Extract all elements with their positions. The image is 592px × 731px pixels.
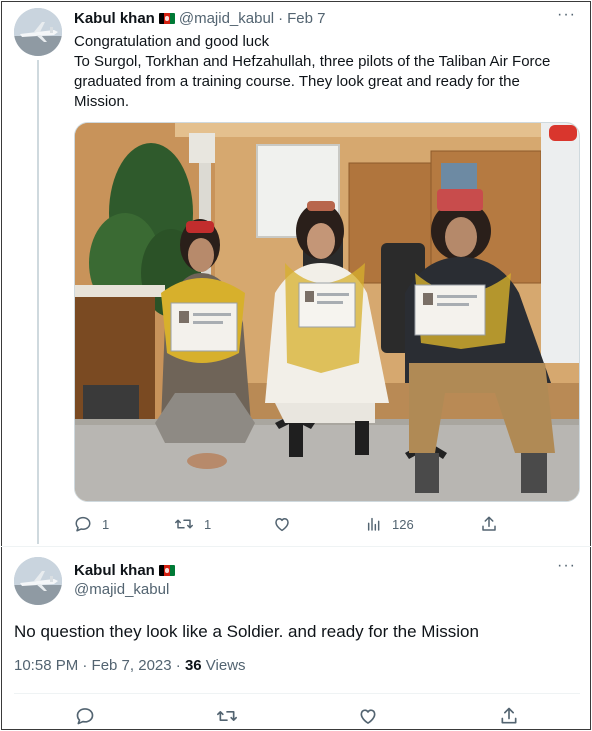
retweet-icon xyxy=(216,711,237,721)
share-icon xyxy=(501,707,517,724)
author-handle[interactable]: @majid_kabul xyxy=(74,581,169,598)
reply-icon xyxy=(75,516,91,532)
tweet-text-line: Congratulation and good luck xyxy=(74,33,270,50)
reply-button[interactable] xyxy=(75,706,95,731)
tweet-date[interactable]: Feb 7 xyxy=(287,10,325,27)
views-button[interactable]: 126 xyxy=(366,512,414,536)
views-count: 126 xyxy=(392,516,414,532)
like-button[interactable] xyxy=(358,706,378,731)
like-button[interactable] xyxy=(273,512,301,536)
author-name[interactable]: Kabul khan xyxy=(74,10,155,27)
more-icon[interactable]: ··· xyxy=(557,7,576,23)
views-count: 36 xyxy=(184,657,202,674)
flag-afghanistan-icon xyxy=(158,564,175,576)
tweet2-name-row: Kabul khan xyxy=(74,560,175,580)
photo-of-three-men-with-certificates xyxy=(75,123,579,501)
tweet-divider xyxy=(1,546,591,547)
retweet-icon xyxy=(175,519,193,529)
author-handle[interactable]: @majid_kabul xyxy=(179,10,274,27)
views-label: Views xyxy=(201,657,246,674)
retweet-count: 1 xyxy=(204,516,212,532)
reply-icon xyxy=(76,708,94,725)
tweet-photo[interactable] xyxy=(74,122,580,502)
tweet-meta: 10:58 PM · Feb 7, 2023 · 36 Views xyxy=(14,657,246,674)
author-name[interactable]: Kabul khan xyxy=(74,562,155,579)
author-avatar[interactable] xyxy=(14,557,62,605)
like-icon xyxy=(360,709,376,724)
tweet1-header: Kabul khan @majid_kabul · Feb 7 xyxy=(74,8,326,28)
tweet-timestamp[interactable]: 10:58 PM · Feb 7, 2023 · xyxy=(14,657,185,674)
tweet-text: No question they look like a Soldier. an… xyxy=(14,622,479,641)
reply-button[interactable]: 1 xyxy=(74,512,109,536)
retweet-button[interactable]: 1 xyxy=(174,512,211,536)
tweet-text: Congratulation and good luck To Surgol, … xyxy=(74,32,574,112)
retweet-button[interactable] xyxy=(216,706,238,731)
share-button[interactable] xyxy=(480,512,498,536)
thread-connector-line xyxy=(37,60,39,544)
author-avatar[interactable] xyxy=(14,8,62,56)
share-icon xyxy=(482,516,496,531)
views-icon xyxy=(367,517,380,531)
tweet-actions xyxy=(14,706,580,730)
tweet-divider xyxy=(14,693,580,694)
tweet-text-line: To Surgol, Torkhan and Hefzahullah, thre… xyxy=(74,53,551,110)
reply-count: 1 xyxy=(102,516,110,532)
header-separator: · xyxy=(278,9,284,27)
tweet-actions: 1 1 126 xyxy=(74,512,504,536)
more-icon[interactable]: ··· xyxy=(557,558,576,574)
share-button[interactable] xyxy=(499,706,519,731)
like-icon xyxy=(275,518,289,532)
flag-afghanistan-icon xyxy=(158,12,175,24)
